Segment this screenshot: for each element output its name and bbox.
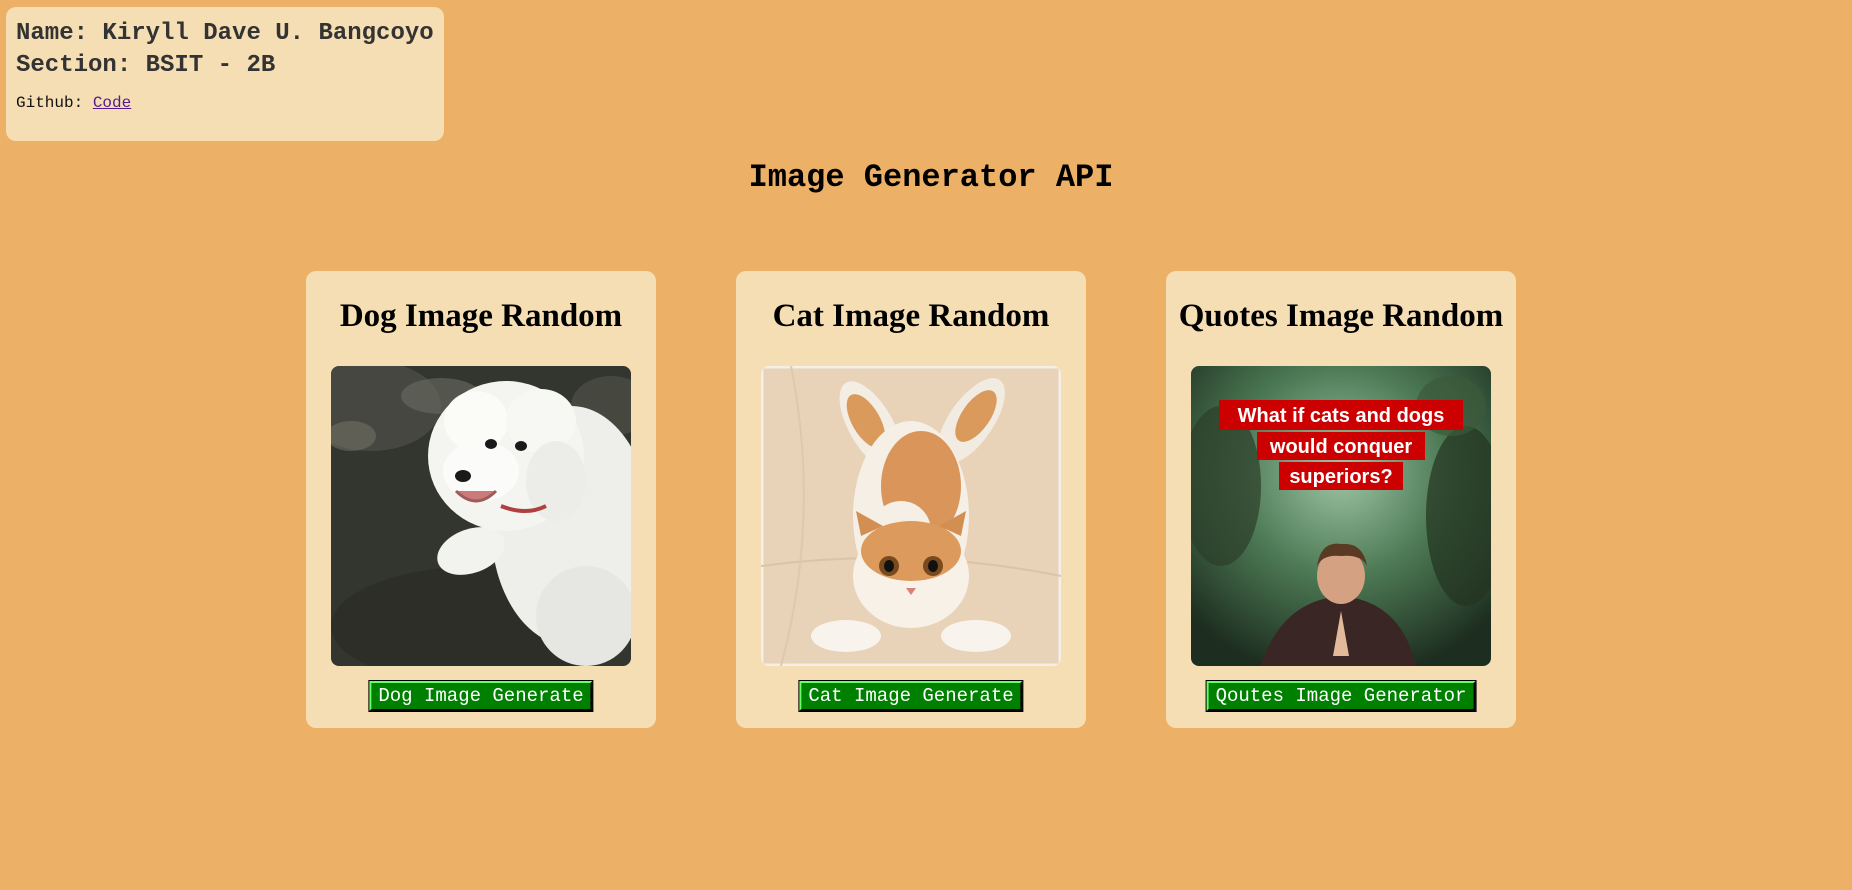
quote-card: Quotes Image Random What if cats and dog… [1166, 271, 1516, 728]
quote-card-title: Quotes Image Random [1178, 298, 1504, 334]
quote-generate-button[interactable]: Qoutes Image Generator [1205, 680, 1477, 712]
cat-generate-button[interactable]: Cat Image Generate [798, 680, 1024, 712]
quote-image-line-2: would conquer [1269, 436, 1412, 458]
cat-card: Cat Image Random Cat Image Generate [736, 271, 1086, 728]
page-title: Image Generator API [748, 159, 1114, 196]
cat-image [761, 366, 1061, 666]
dog-image [331, 366, 631, 666]
cat-card-title: Cat Image Random [772, 298, 1050, 334]
github-label: Github: [16, 94, 84, 112]
quote-image-line-1: What if cats and dogs [1238, 405, 1445, 427]
github-line: Github: Code [16, 94, 434, 112]
quote-image-line-3: superiors? [1289, 466, 1392, 488]
dog-card: Dog Image Random Dog Image Generate [306, 271, 656, 728]
dog-generate-button[interactable]: Dog Image Generate [368, 680, 594, 712]
quote-image: What if cats and dogs would conquer supe… [1191, 366, 1491, 666]
student-section: Section: BSIT - 2B [16, 52, 276, 79]
github-code-link[interactable]: Code [93, 94, 131, 112]
dog-card-title: Dog Image Random [339, 298, 623, 334]
student-info-box: Name: Kiryll Dave U. Bangcoyo Section: B… [6, 7, 444, 141]
student-name: Name: Kiryll Dave U. Bangcoyo [16, 20, 434, 47]
